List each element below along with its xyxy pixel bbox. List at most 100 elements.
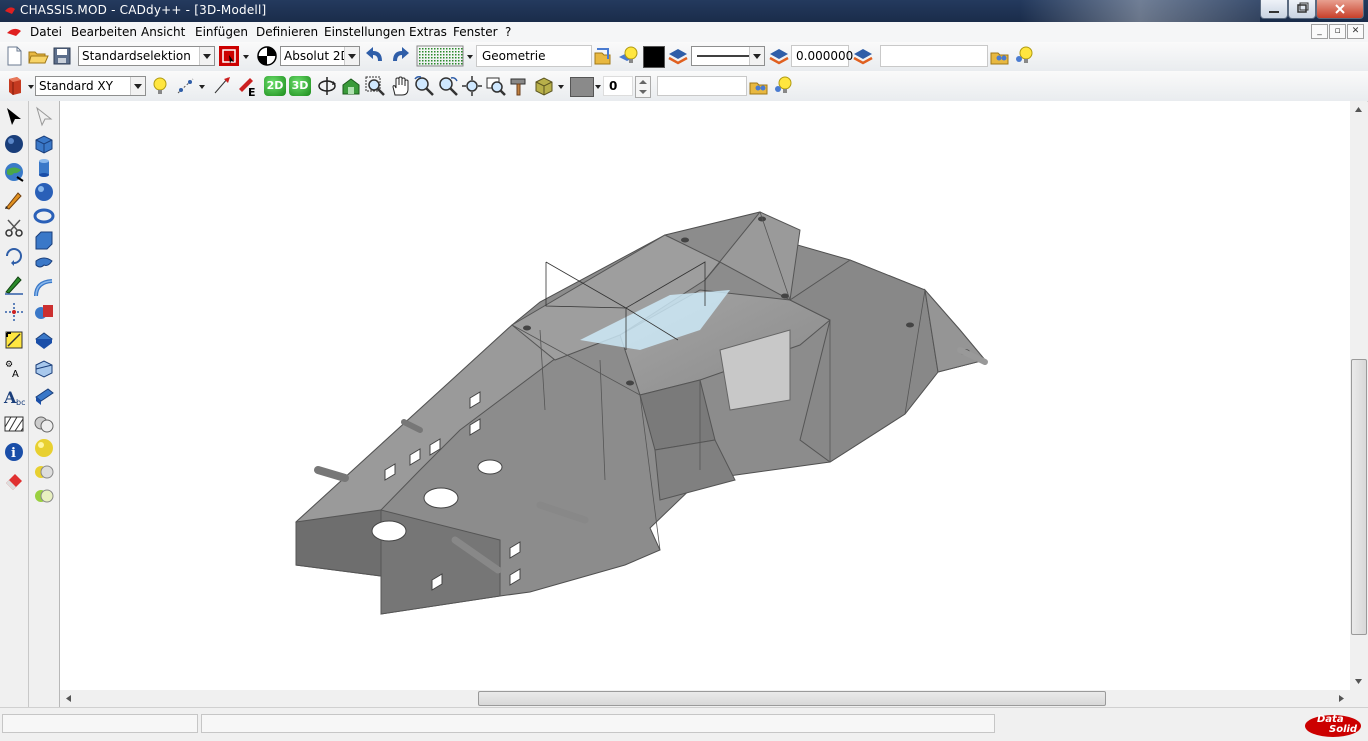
- mdi-minimize-button[interactable]: _: [1311, 24, 1328, 39]
- cylinder-icon[interactable]: [33, 157, 55, 179]
- globe-icon[interactable]: [3, 161, 25, 183]
- folder-users-icon[interactable]: [749, 75, 771, 97]
- symbol-text-icon[interactable]: ⚙A: [3, 357, 25, 379]
- layers-icon[interactable]: [667, 45, 689, 67]
- info-icon[interactable]: i: [3, 441, 25, 463]
- folder-users-icon[interactable]: [990, 45, 1012, 67]
- selection-color-icon[interactable]: [218, 45, 240, 67]
- menu-einfuegen[interactable]: Einfügen: [195, 25, 248, 39]
- redo-icon[interactable]: [389, 45, 411, 67]
- material-gray-icon[interactable]: [33, 413, 55, 435]
- zoom-all-icon[interactable]: [461, 75, 483, 97]
- view-hammer-icon[interactable]: [509, 75, 531, 97]
- close-button[interactable]: [1316, 0, 1364, 19]
- select-arrow-icon[interactable]: [3, 105, 25, 127]
- layer-name-field[interactable]: Geometrie: [476, 45, 592, 67]
- sphere-icon[interactable]: [33, 181, 55, 203]
- chevron-down-icon[interactable]: [467, 55, 473, 59]
- boolean-icon[interactable]: [33, 301, 55, 323]
- sphere-dark-icon[interactable]: [3, 133, 25, 155]
- menu-datei[interactable]: Datei: [30, 25, 62, 39]
- extrude-icon[interactable]: [33, 385, 55, 407]
- box-solid-icon[interactable]: [33, 133, 55, 155]
- hand-pan-icon[interactable]: [389, 75, 411, 97]
- zoom-in-icon[interactable]: [413, 75, 435, 97]
- zoom-icon[interactable]: [437, 75, 459, 97]
- open-folder-icon[interactable]: [27, 45, 49, 67]
- scissors-edit-icon[interactable]: [3, 217, 25, 239]
- chamfer-box-icon[interactable]: [33, 229, 55, 251]
- horizontal-scrollbar[interactable]: [60, 690, 1350, 707]
- mdi-close-button[interactable]: ✕: [1347, 24, 1364, 39]
- active-color-swatch[interactable]: [643, 46, 665, 68]
- shaded-cube-icon[interactable]: [533, 75, 555, 97]
- maximize-button[interactable]: [1288, 0, 1316, 19]
- text-abc-icon[interactable]: Abc: [3, 385, 25, 407]
- menu-fenster[interactable]: Fenster: [453, 25, 498, 39]
- chevron-down-icon[interactable]: [199, 85, 205, 89]
- bulb-point-icon[interactable]: [150, 75, 172, 97]
- vertical-scrollbar[interactable]: [1350, 101, 1367, 690]
- vertical-scroll-thumb[interactable]: [1351, 359, 1367, 635]
- snap-points-icon[interactable]: [175, 75, 197, 97]
- cut-solid-icon[interactable]: [33, 329, 55, 351]
- scroll-right-icon[interactable]: [1333, 690, 1350, 707]
- line-width-layers-icon[interactable]: [768, 45, 790, 67]
- undo-icon[interactable]: [364, 45, 386, 67]
- pen-green-icon[interactable]: [3, 273, 25, 295]
- lightbulb-icon[interactable]: [1013, 45, 1035, 67]
- chevron-down-icon[interactable]: [595, 85, 601, 89]
- transform-rotate-icon[interactable]: [3, 245, 25, 267]
- hatch-icon[interactable]: [3, 413, 25, 435]
- 3d-model-viewport[interactable]: [60, 101, 1350, 690]
- view-2d-button[interactable]: 2D: [264, 76, 286, 96]
- count-stepper[interactable]: [635, 76, 651, 98]
- layer-lightbulb-icon[interactable]: [617, 45, 639, 67]
- selection-mode-select[interactable]: Standardselektion: [78, 46, 215, 66]
- line-style-select[interactable]: [691, 46, 765, 66]
- red-cube-icon[interactable]: [3, 75, 25, 97]
- scroll-down-icon[interactable]: [1350, 673, 1367, 690]
- chevron-down-icon[interactable]: [243, 55, 249, 59]
- coordinate-origin-icon[interactable]: [256, 45, 278, 67]
- pipe-icon[interactable]: [33, 277, 55, 299]
- save-disk-icon[interactable]: [51, 45, 73, 67]
- eraser-icon[interactable]: [3, 469, 25, 491]
- menu-ansicht[interactable]: Ansicht: [141, 25, 185, 39]
- edit-e-icon[interactable]: E: [236, 75, 258, 97]
- line-width-field[interactable]: 0.000000: [791, 45, 853, 67]
- menu-extras[interactable]: Extras: [409, 25, 447, 39]
- sweep-icon[interactable]: [33, 253, 55, 275]
- torus-icon[interactable]: [33, 205, 55, 227]
- dimension-icon[interactable]: [3, 301, 25, 323]
- scroll-left-icon[interactable]: [60, 690, 77, 707]
- count-field[interactable]: 0: [603, 76, 633, 96]
- chevron-down-icon[interactable]: [558, 85, 564, 89]
- toolbar2-extra-field[interactable]: [657, 76, 747, 96]
- material-green-icon[interactable]: [33, 485, 55, 507]
- layer-folder-icon[interactable]: [594, 45, 616, 67]
- mdi-restore-button[interactable]: ▫: [1329, 24, 1346, 39]
- menu-einstellungen[interactable]: Einstellungen: [324, 25, 405, 39]
- rotate-view-icon[interactable]: [316, 75, 338, 97]
- surface-color-swatch[interactable]: [570, 77, 594, 97]
- zoom-previous-icon[interactable]: [485, 75, 507, 97]
- toolbar1-extra-field[interactable]: [880, 45, 988, 67]
- grid-pattern-icon[interactable]: [416, 45, 464, 67]
- chevron-down-icon[interactable]: [28, 85, 34, 89]
- minimize-button[interactable]: [1260, 0, 1288, 19]
- lightbulb-icon[interactable]: [772, 75, 794, 97]
- menu-definieren[interactable]: Definieren: [256, 25, 318, 39]
- view-3d-button[interactable]: 3D: [289, 76, 311, 96]
- scroll-up-icon[interactable]: [1350, 101, 1367, 118]
- view-plane-select[interactable]: Standard XY: [35, 76, 146, 96]
- select-outline-arrow-icon[interactable]: [33, 105, 55, 127]
- coordinate-mode-select[interactable]: Absolut 2D: [280, 46, 360, 66]
- slice-box-icon[interactable]: [33, 357, 55, 379]
- menu-bearbeiten[interactable]: Bearbeiten: [71, 25, 137, 39]
- menu-help[interactable]: ?: [505, 25, 511, 39]
- new-document-icon[interactable]: [3, 45, 25, 67]
- horizontal-scroll-thumb[interactable]: [478, 691, 1106, 706]
- pencil-draw-icon[interactable]: [3, 189, 25, 211]
- render-house-icon[interactable]: [340, 75, 362, 97]
